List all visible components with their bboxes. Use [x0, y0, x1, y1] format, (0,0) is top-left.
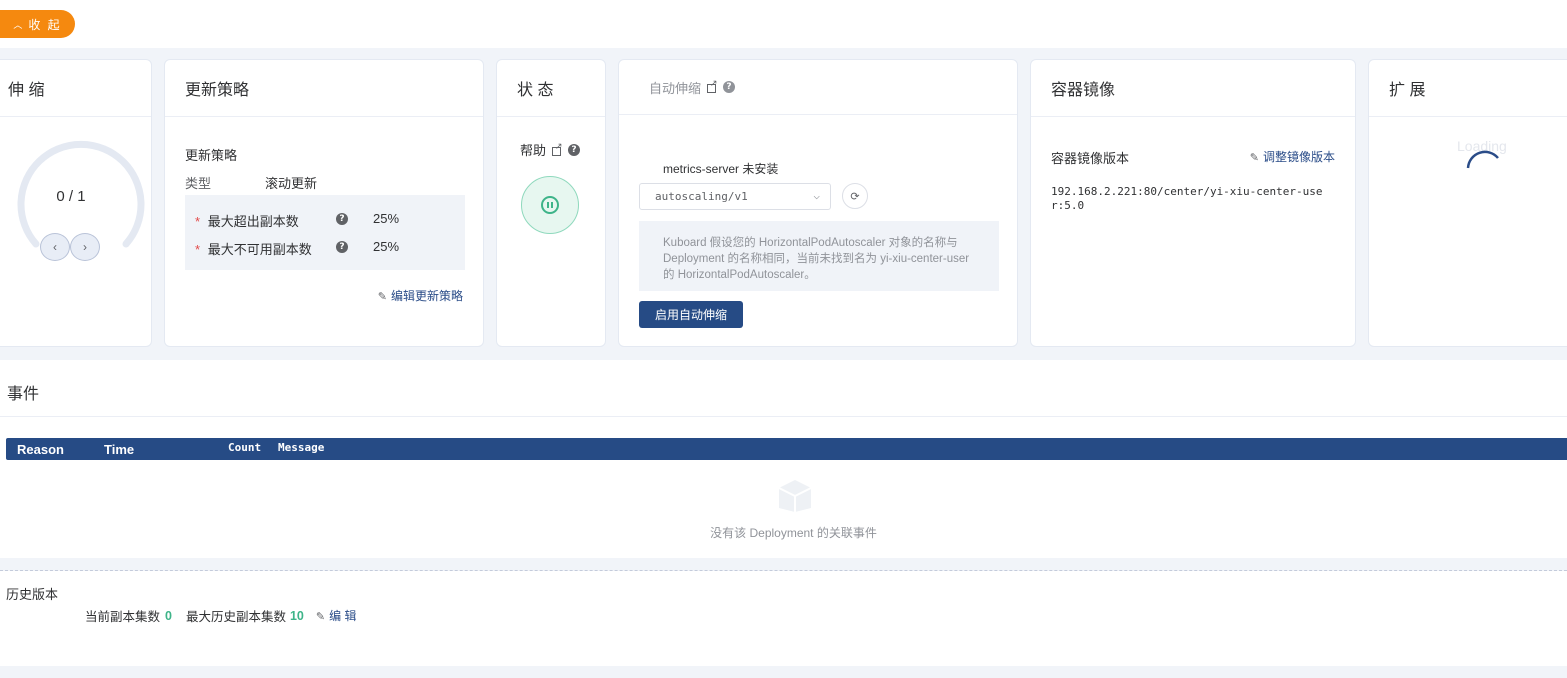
collapse-button[interactable]: ︿ 收 起: [0, 10, 75, 38]
max-history-label: 最大历史副本集数: [185, 610, 286, 624]
scale-up-button[interactable]: ›: [70, 233, 100, 261]
max-unavailable-value: 25%: [373, 239, 400, 254]
max-unavailable-label: 最大不可用副本数: [207, 242, 312, 257]
column-reason[interactable]: Reason: [17, 442, 64, 457]
column-message[interactable]: Message: [278, 441, 324, 454]
column-count[interactable]: Count: [228, 441, 261, 454]
adjust-image-link[interactable]: ✎ 调整镜像版本: [1250, 148, 1335, 165]
help-label: 帮助: [520, 143, 547, 158]
external-link-icon: [552, 141, 563, 156]
current-replicasets-label: 当前副本集数: [85, 610, 161, 624]
autoscale-title: 自动伸缩: [649, 80, 702, 96]
image-value: 192.168.2.221:80/center/yi-xiu-center-us…: [1051, 185, 1323, 212]
refresh-button[interactable]: ⟳: [842, 183, 868, 209]
autoscale-card: 自动伸缩 ? metrics-server 未安装 autoscaling/v1…: [618, 59, 1018, 347]
pencil-icon: ✎: [315, 610, 326, 623]
edit-history-link[interactable]: ✎ 编 辑: [316, 607, 357, 624]
chevron-left-icon: ‹: [53, 240, 57, 254]
scale-card-header: 伸 缩: [0, 60, 151, 117]
api-version-select[interactable]: autoscaling/v1 ⌵: [639, 183, 831, 210]
section-separator: [0, 558, 1567, 571]
edit-strategy-label: 编辑更新策略: [390, 289, 463, 303]
max-surge-label: 最大超出副本数: [207, 214, 299, 229]
loading-spinner-icon: [1466, 150, 1499, 169]
external-link-icon[interactable]: [707, 78, 718, 93]
help-icon[interactable]: ?: [568, 143, 581, 156]
autoscale-card-header: 自动伸缩 ?: [619, 60, 1017, 115]
strategy-row-max-unavailable: * 最大不可用副本数 ? 25%: [195, 239, 465, 258]
help-icon[interactable]: ?: [723, 81, 736, 93]
pause-icon: [541, 196, 559, 214]
strategy-type-value: 滚动更新: [265, 176, 318, 191]
status-card-header: 状 态: [497, 60, 605, 117]
strategy-title: 更新策略: [185, 82, 250, 99]
max-history-value: 10: [289, 608, 304, 623]
extension-card-header: 扩 展: [1369, 60, 1567, 117]
enable-autoscale-button[interactable]: 启用自动伸缩: [639, 301, 743, 328]
hpa-notice-box: Kuboard 假设您的 HorizontalPodAutoscaler 对象的…: [639, 221, 999, 291]
required-mark: *: [195, 214, 201, 229]
events-divider: [0, 416, 1567, 417]
strategy-type-label: 类型: [185, 176, 212, 191]
chevron-down-icon: ⌵: [813, 189, 820, 202]
hpa-notice-text: Kuboard 假设您的 HorizontalPodAutoscaler 对象的…: [663, 237, 970, 281]
column-time[interactable]: Time: [104, 442, 134, 457]
strategy-card-header: 更新策略: [165, 60, 483, 117]
strategy-params-box: * 最大超出副本数 ? 25% * 最大不可用副本数 ? 25%: [185, 195, 465, 270]
strategy-card: 更新策略 更新策略 类型 滚动更新 * 最大超出副本数 ? 25% * 最大不可…: [164, 59, 484, 347]
extension-card: 扩 展 Loading: [1368, 59, 1567, 347]
refresh-icon: ⟳: [850, 189, 860, 203]
adjust-image-label: 调整镜像版本: [1262, 150, 1335, 164]
pause-status-indicator[interactable]: [521, 176, 579, 234]
image-title: 容器镜像: [1051, 82, 1116, 99]
status-title: 状 态: [517, 82, 554, 99]
history-title: 历史版本: [6, 587, 59, 602]
edit-history-label: 编 辑: [329, 609, 357, 623]
scale-down-button[interactable]: ‹: [40, 233, 70, 261]
image-card-header: 容器镜像: [1031, 60, 1355, 117]
history-stats: 当前副本集数 0 最大历史副本集数 10 ✎ 编 辑: [85, 606, 356, 625]
strategy-row-max-surge: * 最大超出副本数 ? 25%: [195, 211, 465, 230]
enable-autoscale-label: 启用自动伸缩: [654, 308, 727, 322]
help-icon[interactable]: ?: [336, 213, 348, 225]
max-surge-value: 25%: [373, 211, 400, 226]
metrics-server-status: metrics-server 未安装: [663, 162, 779, 176]
footer-band: [0, 666, 1567, 678]
replica-count: 0 / 1: [56, 188, 86, 205]
scale-title: 伸 缩: [8, 82, 45, 99]
image-version-label: 容器镜像版本: [1051, 151, 1130, 166]
image-card: 容器镜像 容器镜像版本 ✎ 调整镜像版本 192.168.2.221:80/cen…: [1030, 59, 1356, 347]
chevron-up-icon: ︿: [13, 19, 25, 30]
chevron-right-icon: ›: [83, 240, 87, 254]
pencil-icon: ✎: [1249, 151, 1259, 164]
required-mark: *: [195, 242, 201, 257]
events-empty-text: 没有该 Deployment 的关联事件: [710, 526, 877, 540]
events-table-header: Reason Time Count Message: [6, 438, 1567, 460]
current-replicasets-value: 0: [165, 608, 172, 623]
collapse-label: 收 起: [28, 17, 62, 32]
status-card: 状 态 帮助 ?: [496, 59, 606, 347]
empty-box-icon: [778, 480, 812, 512]
help-icon[interactable]: ?: [336, 241, 348, 253]
strategy-subtitle: 更新策略: [185, 148, 238, 163]
events-title: 事件: [7, 386, 40, 403]
api-version-value: autoscaling/v1: [655, 190, 748, 203]
extension-title: 扩 展: [1389, 82, 1426, 99]
pencil-icon: ✎: [377, 290, 387, 303]
scale-card: 伸 缩 0 / 1 ‹ ›: [0, 59, 152, 347]
edit-strategy-link[interactable]: ✎ 编辑更新策略: [378, 287, 463, 304]
status-help-link[interactable]: 帮助 ?: [520, 140, 581, 159]
